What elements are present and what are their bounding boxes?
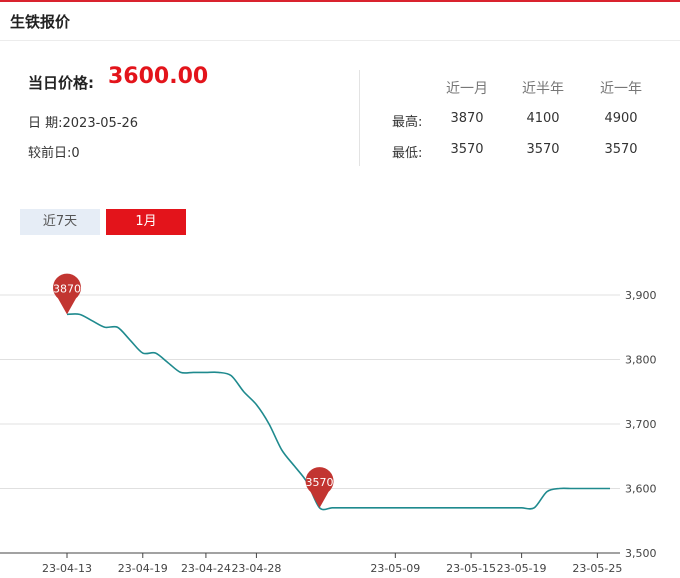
change-label: 较前日: <box>28 146 72 161</box>
stats-header-halfyear: 近半年 <box>522 81 564 97</box>
x-tick-label: 23-05-15 <box>446 562 496 575</box>
stats-low-halfyear: 3570 <box>526 142 560 157</box>
x-tick-label: 23-04-19 <box>118 562 168 575</box>
x-tick-label: 23-05-19 <box>497 562 547 575</box>
page-title: 生铁报价 <box>10 13 71 31</box>
date-label: 日 期: <box>28 116 63 131</box>
summary-divider <box>359 70 360 166</box>
x-tick-label: 23-05-09 <box>370 562 420 575</box>
stats-header-year: 近一年 <box>600 81 642 97</box>
x-tick-label: 23-04-24 <box>181 562 231 575</box>
date-row: 日 期:2023-05-26 <box>28 112 138 131</box>
stats-header-month: 近一月 <box>446 81 488 97</box>
marker-label: 3570 <box>306 476 334 489</box>
y-tick-label: 3,900 <box>625 289 657 302</box>
y-tick-label: 3,700 <box>625 418 657 431</box>
x-tick-label: 23-05-25 <box>572 562 622 575</box>
panel-header: 生铁报价 <box>0 2 680 41</box>
marker-label: 3870 <box>53 282 81 295</box>
x-tick-label: 23-04-13 <box>42 562 92 575</box>
price-summary: 当日价格: 3600.00 日 期:2023-05-26 较前日:0 近一月 近… <box>0 40 680 180</box>
stats-low-month: 3570 <box>450 142 484 157</box>
y-tick-label: 3,500 <box>625 547 657 560</box>
price-series-line <box>66 313 611 511</box>
y-tick-label: 3,600 <box>625 483 657 496</box>
price-value: 3600.00 <box>108 64 209 89</box>
stats-high-year: 4900 <box>604 111 638 126</box>
stats-row-high-label: 最高: <box>392 115 423 130</box>
y-tick-label: 3,800 <box>625 354 657 367</box>
stats-high-halfyear: 4100 <box>526 111 560 126</box>
stats-low-year: 3570 <box>604 142 638 157</box>
price-label: 当日价格: <box>28 74 94 92</box>
x-tick-label: 23-04-28 <box>231 562 281 575</box>
tab-1-month[interactable]: 1月 <box>106 209 186 235</box>
tab-7-days[interactable]: 近7天 <box>20 209 100 235</box>
stats-row-low-label: 最低: <box>392 146 423 161</box>
date-value: 2023-05-26 <box>62 116 139 131</box>
change-row: 较前日:0 <box>28 142 80 161</box>
stats-high-month: 3870 <box>450 111 484 126</box>
change-value: 0 <box>71 146 80 161</box>
price-line-chart: 3,500 3,600 3,700 3,800 3,900 23-04-13 23-04-1… <box>0 273 657 575</box>
